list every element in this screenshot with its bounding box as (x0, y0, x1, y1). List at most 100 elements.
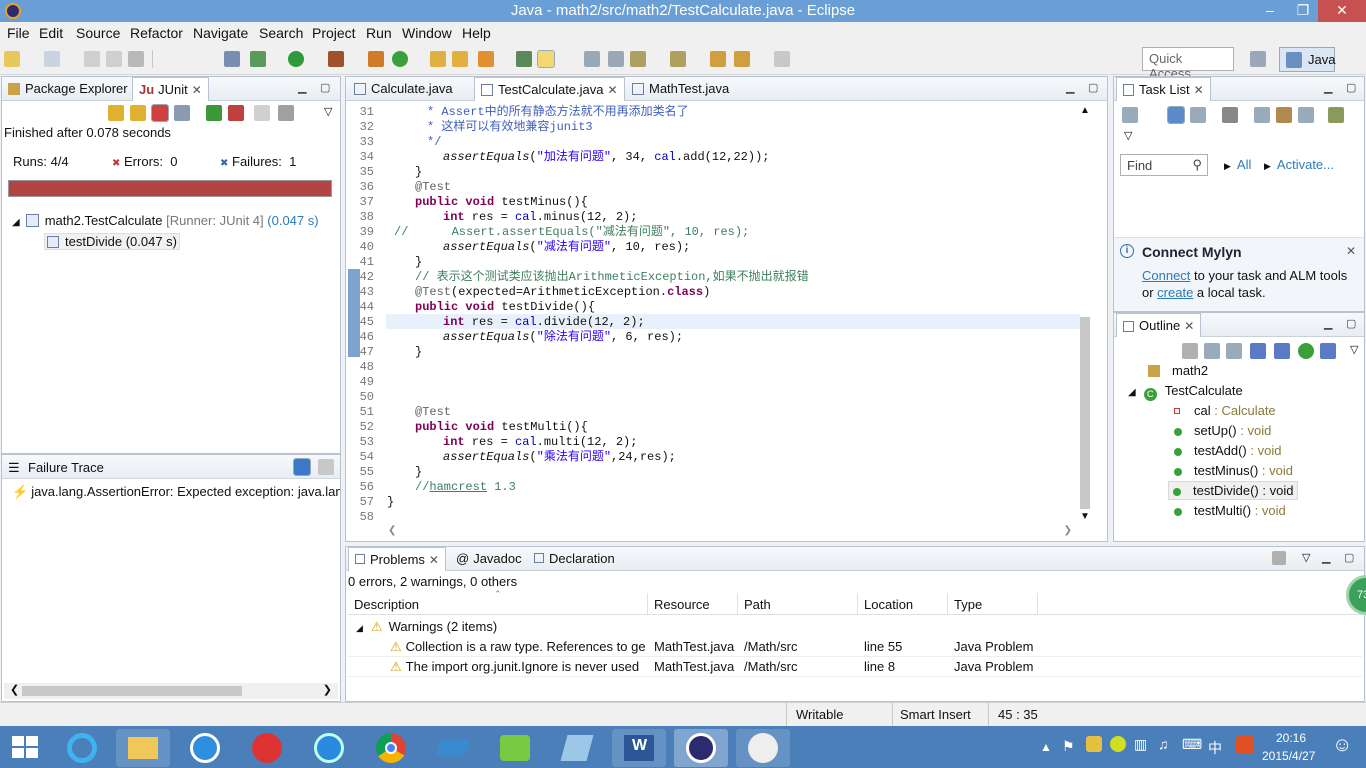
new-class-icon[interactable] (392, 51, 408, 67)
security-tray-icon[interactable] (1086, 736, 1102, 752)
show-whitespace-icon[interactable] (584, 51, 600, 67)
minimize-view-icon[interactable]: ▁ (1324, 317, 1332, 330)
ime-indicator[interactable]: 中 (1208, 738, 1222, 758)
keyboard-icon[interactable]: ⌨ (1182, 736, 1202, 753)
java-perspective-button[interactable]: Java (1279, 47, 1335, 72)
tab-calculate-java[interactable]: Calculate.java (348, 77, 459, 101)
block-selection-icon[interactable] (608, 51, 624, 67)
sort-icon[interactable] (1226, 343, 1242, 359)
hide-nonpublic-icon[interactable] (1298, 343, 1314, 359)
netease-music-icon[interactable] (240, 729, 294, 767)
minimize-view-icon[interactable]: ▁ (1324, 81, 1332, 94)
outline-package[interactable]: math2 (1148, 363, 1208, 378)
menu-file[interactable]: File (7, 25, 30, 41)
vertical-scrollbar[interactable]: ▲ ▼ (1077, 103, 1093, 523)
rerun-test-icon[interactable] (206, 105, 222, 121)
tab-mathtest-java[interactable]: MathTest.java (626, 77, 735, 101)
word-icon[interactable]: W (612, 729, 666, 767)
new-task-icon[interactable] (1122, 107, 1138, 123)
restore-button[interactable]: ❐ (1288, 0, 1318, 22)
run-icon[interactable] (288, 51, 304, 67)
tray-expand-icon[interactable]: ▲ (1040, 740, 1052, 754)
close-icon[interactable]: ✕ (429, 553, 439, 567)
activate-link[interactable]: ▶ Activate... (1264, 157, 1334, 172)
qq-browser-icon[interactable] (178, 729, 232, 767)
save-all-icon[interactable] (106, 51, 122, 67)
close-icon[interactable]: ✕ (1346, 244, 1356, 258)
tab-package-explorer[interactable]: Package Explorer (2, 77, 134, 101)
run-config-icon[interactable] (328, 51, 344, 67)
close-icon[interactable]: ✕ (1194, 83, 1204, 97)
toggle-highlight-icon[interactable] (537, 50, 555, 68)
all-filter-link[interactable]: ▶ All (1224, 157, 1251, 172)
horizontal-scrollbar[interactable]: ❮ ❯ (386, 525, 1076, 539)
tree-item-testdivide[interactable]: testDivide (0.047 s) (44, 233, 180, 250)
toggle-mark-icon[interactable] (516, 51, 532, 67)
last-edit-icon[interactable] (710, 51, 726, 67)
minimize-view-icon[interactable]: ▁ (1322, 551, 1330, 564)
new-java-project-icon[interactable] (368, 51, 384, 67)
history-icon[interactable] (278, 105, 294, 121)
minimize-button[interactable]: – (1252, 0, 1288, 22)
notification-icon[interactable]: ☺ (1332, 734, 1352, 757)
file-explorer-icon[interactable] (116, 729, 170, 767)
close-button[interactable]: ✕ (1318, 0, 1366, 22)
tab-junit[interactable]: Ju JUnit ✕ (132, 77, 209, 101)
print-icon[interactable] (128, 51, 144, 67)
tree-root-testcalculate[interactable]: ◢ math2.TestCalculate [Runner: JUnit 4] (… (12, 213, 319, 228)
focus-task-icon[interactable] (1272, 551, 1286, 565)
sogou-icon[interactable] (1236, 736, 1254, 754)
open-perspective-icon[interactable] (1250, 51, 1266, 67)
filter-stack-icon[interactable] (293, 458, 311, 476)
activate-task-icon[interactable] (1328, 107, 1344, 123)
tab-testcalculate-java[interactable]: TestCalculate.java ✕ (474, 77, 625, 101)
next-failure-icon[interactable] (108, 105, 124, 121)
skip-breakpoints-icon[interactable] (224, 51, 240, 67)
eclipse-taskbar-icon[interactable] (674, 729, 728, 767)
rerun-failed-icon[interactable] (228, 105, 244, 121)
view-menu-icon[interactable]: ▽ (324, 105, 332, 118)
outline-method-testadd[interactable]: testAdd() : void (1174, 443, 1281, 458)
connect-link[interactable]: Connect (1142, 268, 1190, 283)
focus-icon[interactable] (1222, 107, 1238, 123)
volume-icon[interactable]: ♫ (1158, 736, 1169, 752)
menu-project[interactable]: Project (312, 25, 356, 41)
collapse-all-icon[interactable] (1298, 107, 1314, 123)
synchronize-icon[interactable] (1276, 107, 1292, 123)
outline-field-cal[interactable]: cal : Calculate (1174, 403, 1276, 418)
maximize-view-icon[interactable]: ▢ (1346, 317, 1356, 330)
compare-result-icon[interactable] (318, 459, 334, 475)
scroll-lock-icon[interactable] (174, 105, 190, 121)
menu-window[interactable]: Window (402, 25, 452, 41)
clock-time[interactable]: 20:16 (1276, 731, 1306, 745)
next-annotation-icon[interactable] (630, 51, 646, 67)
menu-help[interactable]: Help (462, 25, 491, 41)
hide-local-types-icon[interactable] (1320, 343, 1336, 359)
outline-method-testdivide[interactable]: testDivide() : void (1168, 481, 1299, 500)
tab-task-list[interactable]: Task List ✕ (1116, 77, 1211, 101)
col-location[interactable]: Location (858, 593, 948, 615)
start-windows-icon[interactable] (12, 736, 38, 758)
plus-tray-icon[interactable] (1110, 736, 1126, 752)
outline-method-testminus[interactable]: testMinus() : void (1174, 463, 1293, 478)
table-row[interactable]: ⚠ Collection is a raw type. References to… (348, 637, 1362, 657)
quick-access-input[interactable]: Quick Access (1142, 47, 1234, 81)
outline-class[interactable]: ◢ C TestCalculate (1128, 383, 1243, 401)
menu-edit[interactable]: Edit (39, 25, 63, 41)
minimize-view-icon[interactable]: ▁ (298, 81, 306, 94)
search-tool-icon[interactable] (478, 51, 494, 67)
col-type[interactable]: Type (948, 593, 1038, 615)
outline-method-testmulti[interactable]: testMulti() : void (1174, 503, 1286, 518)
tab-javadoc[interactable]: @ Javadoc (450, 547, 528, 571)
col-resource[interactable]: Resource (648, 593, 738, 615)
maximize-view-icon[interactable]: ▢ (320, 81, 330, 94)
close-icon[interactable]: ✕ (608, 83, 618, 97)
maximize-view-icon[interactable]: ▢ (1346, 81, 1356, 94)
minimize-editor-icon[interactable]: ▁ (1066, 81, 1074, 94)
open-type-icon[interactable] (430, 51, 446, 67)
network-icon[interactable]: ▥ (1134, 736, 1147, 753)
horizontal-scrollbar[interactable]: ❮ ❯ (4, 683, 338, 699)
view-menu-icon[interactable]: ▽ (1302, 551, 1310, 564)
new-wizard-icon[interactable] (44, 51, 60, 67)
find-task-input[interactable]: Find ⚲ (1120, 154, 1208, 176)
